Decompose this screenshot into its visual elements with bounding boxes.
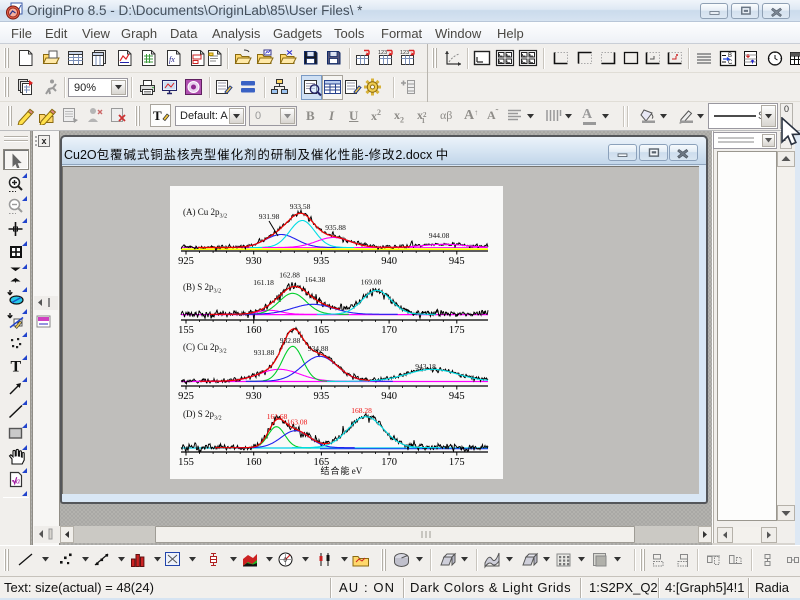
svg-text:169.08: 169.08 (361, 278, 382, 287)
svg-text:a: a (16, 476, 20, 485)
svg-text:943.18: 943.18 (415, 362, 436, 371)
svg-text:175: 175 (449, 325, 465, 336)
svg-text:170: 170 (381, 325, 397, 336)
svg-text:170: 170 (381, 457, 397, 468)
svg-text:934.88: 934.88 (308, 344, 329, 353)
svg-text:168.28: 168.28 (351, 406, 372, 415)
svg-text:T: T (153, 108, 162, 123)
svg-text:fx: fx (169, 55, 175, 64)
svg-text:940: 940 (381, 256, 397, 267)
svg-text:(A) Cu 2p3/2: (A) Cu 2p3/2 (183, 207, 227, 220)
svg-text:945: 945 (449, 256, 465, 267)
svg-text:931.88: 931.88 (254, 348, 275, 357)
svg-text:944.08: 944.08 (429, 231, 450, 240)
svg-text:935: 935 (314, 256, 330, 267)
svg-text:164.38: 164.38 (305, 275, 326, 284)
svg-text:(D) S 2p3/2: (D) S 2p3/2 (183, 409, 222, 422)
svg-text:eV: eV (352, 466, 363, 476)
svg-text:175: 175 (449, 457, 465, 468)
svg-text:925: 925 (178, 391, 194, 402)
svg-text:940: 940 (381, 391, 397, 402)
svg-text:155: 155 (178, 457, 194, 468)
svg-text:160: 160 (246, 325, 262, 336)
svg-text:935.88: 935.88 (325, 223, 346, 232)
svg-text:161.18: 161.18 (253, 278, 274, 287)
svg-text:933.58: 933.58 (290, 202, 311, 211)
svg-text:155: 155 (178, 325, 194, 336)
svg-text:C: C (728, 60, 733, 66)
svg-text:T: T (11, 359, 22, 376)
svg-text:(C) Cu 2p3/2: (C) Cu 2p3/2 (183, 342, 227, 355)
svg-text:930: 930 (246, 256, 262, 267)
svg-text:161.68: 161.68 (267, 412, 288, 421)
svg-text:931.98: 931.98 (259, 212, 280, 221)
svg-text:160: 160 (246, 457, 262, 468)
svg-text:163.08: 163.08 (287, 418, 308, 427)
svg-text:930: 930 (246, 391, 262, 402)
svg-text:合: 合 (330, 465, 339, 476)
svg-text:945: 945 (449, 391, 465, 402)
svg-text:结: 结 (320, 465, 329, 476)
svg-text:165: 165 (314, 325, 330, 336)
svg-text:(B) S 2p3/2: (B) S 2p3/2 (183, 282, 221, 295)
svg-text:925: 925 (178, 256, 194, 267)
svg-text:935: 935 (314, 391, 330, 402)
svg-text:932.88: 932.88 (280, 336, 301, 345)
svg-text:能: 能 (340, 465, 349, 476)
svg-text:162.88: 162.88 (279, 271, 300, 280)
